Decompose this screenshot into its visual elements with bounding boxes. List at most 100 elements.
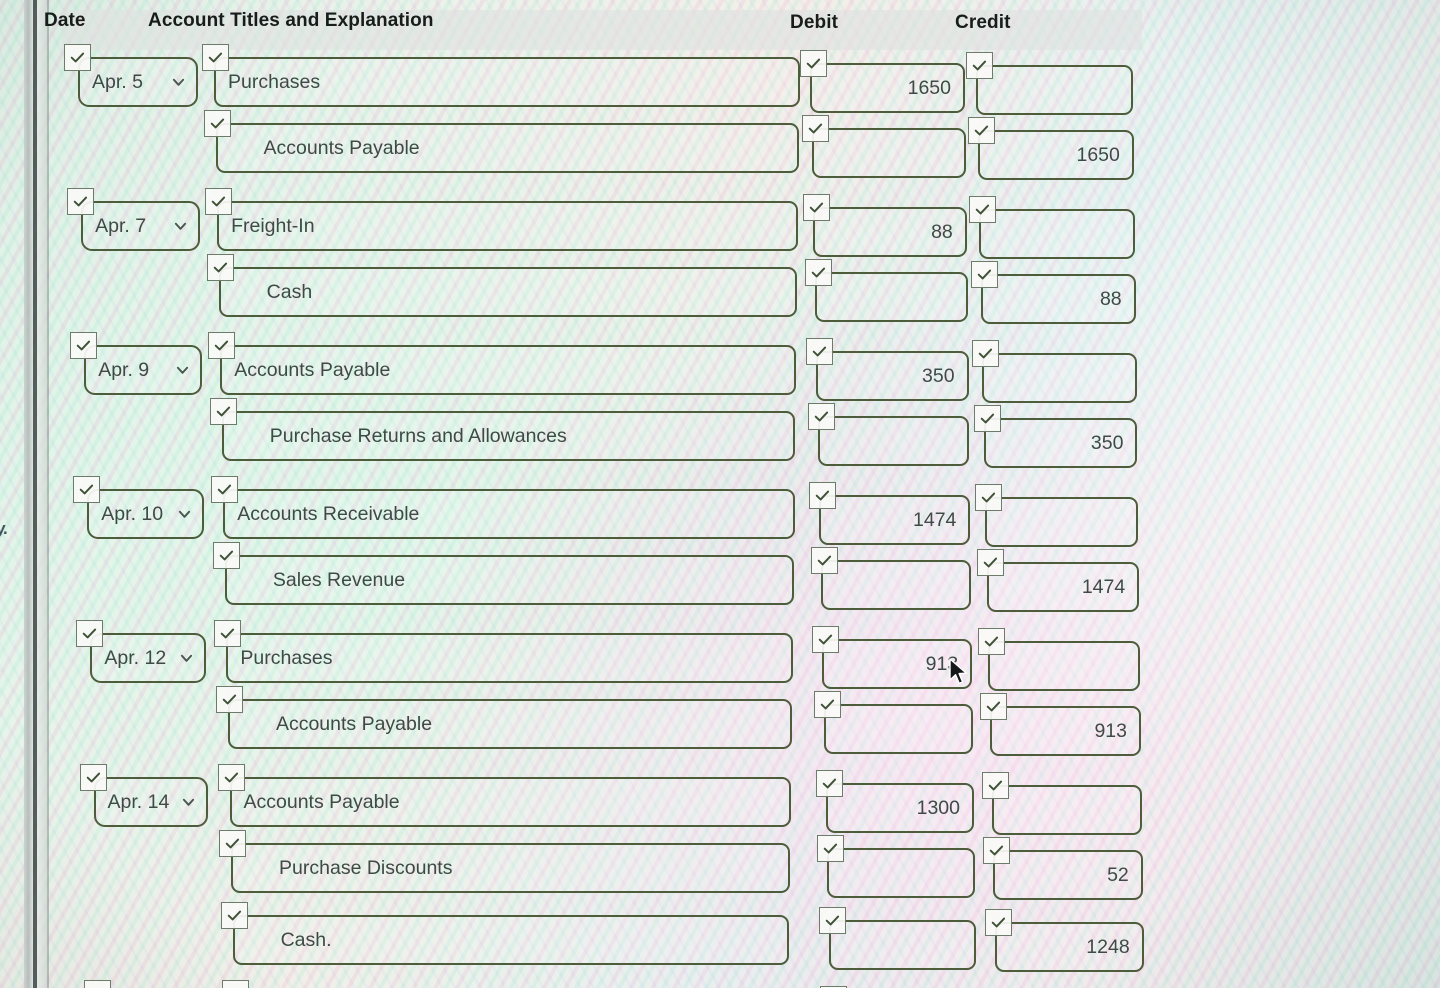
date-select[interactable]: Apr. 14 (93, 777, 209, 827)
account-title-input[interactable]: Purchases (226, 633, 793, 683)
account-title-input[interactable]: Sales Revenue (224, 555, 794, 605)
debit-amount-input[interactable] (820, 560, 972, 610)
date-select[interactable]: Apr. 10 (87, 489, 205, 539)
date-select[interactable]: Apr. 12 (90, 633, 207, 683)
row-checkbox-credit[interactable] (981, 772, 1009, 799)
row-checkbox-debit[interactable] (809, 482, 837, 509)
row-checkbox-debit[interactable] (804, 259, 832, 286)
row-checkbox-debit[interactable] (812, 626, 840, 653)
row-checkbox-account[interactable] (212, 542, 240, 569)
account-title-input[interactable]: Purchases (214, 57, 800, 107)
row-checkbox-credit[interactable] (976, 549, 1004, 576)
row-checkbox-debit[interactable] (800, 50, 827, 77)
row-checkbox-account[interactable] (222, 980, 250, 988)
debit-amount-input[interactable] (817, 416, 970, 466)
credit-amount-input[interactable]: 1650 (977, 130, 1134, 180)
row-checkbox-debit[interactable] (810, 547, 838, 574)
row-checkbox-credit[interactable] (967, 117, 995, 144)
debit-amount-input[interactable]: 350 (816, 351, 969, 401)
credit-amount-input[interactable] (991, 785, 1142, 835)
credit-amount-input[interactable]: 1248 (994, 922, 1144, 972)
row-checkbox-date[interactable] (79, 764, 107, 791)
row-checkbox-credit[interactable] (975, 484, 1003, 511)
row-checkbox-account[interactable] (215, 686, 243, 713)
date-select[interactable]: Apr. 7 (81, 201, 201, 251)
row-checkbox-account[interactable] (214, 620, 242, 647)
row-checkbox-credit[interactable] (969, 196, 997, 223)
row-checkbox-credit[interactable] (970, 261, 998, 288)
account-title-input[interactable]: Accounts Payable (220, 345, 797, 395)
row-checkbox-account[interactable] (203, 110, 231, 137)
account-title-input[interactable]: Cash (218, 267, 798, 317)
row-checkbox-credit[interactable] (979, 693, 1007, 720)
debit-amount-value: 1300 (916, 796, 960, 819)
credit-amount-input[interactable] (985, 497, 1139, 547)
credit-amount-input[interactable]: 913 (989, 706, 1141, 756)
credit-amount-value: 88 (1099, 287, 1122, 310)
row-checkbox-account[interactable] (208, 332, 236, 359)
account-title-input[interactable]: Purchase Discounts (231, 843, 790, 893)
row-checkbox-account[interactable] (219, 830, 247, 857)
date-select[interactable]: Apr. 5 (78, 57, 198, 107)
row-checkbox-debit[interactable] (807, 403, 835, 430)
debit-amount-input[interactable]: 1474 (819, 495, 971, 545)
row-checkbox-account[interactable] (205, 188, 233, 215)
row-checkbox-account[interactable] (206, 254, 234, 281)
row-checkbox-credit[interactable] (983, 837, 1011, 864)
row-checkbox-account[interactable] (209, 398, 237, 425)
table-row: Accounts Payable 913 (0, 686, 1440, 764)
credit-amount-input[interactable]: 52 (993, 850, 1143, 900)
debit-amount-input[interactable] (811, 128, 966, 178)
row-checkbox-debit[interactable] (813, 691, 841, 718)
row-checkbox-debit[interactable] (801, 115, 829, 142)
row-checkbox-debit[interactable] (818, 907, 846, 934)
account-title-input[interactable]: Accounts Payable (215, 123, 800, 173)
account-title-input[interactable]: Cash. (232, 915, 790, 965)
row-checkbox-debit[interactable] (817, 835, 845, 862)
row-checkbox-date[interactable] (73, 476, 101, 503)
row-checkbox-credit[interactable] (973, 405, 1001, 432)
row-checkbox-credit[interactable] (972, 340, 1000, 367)
credit-amount-input[interactable]: 1474 (986, 562, 1140, 612)
chevron-down-icon (182, 796, 195, 809)
debit-amount-input[interactable] (828, 920, 976, 970)
date-select-value: Apr. 9 (98, 358, 150, 381)
account-title-value: Accounts Payable (243, 790, 400, 813)
row-checkbox-account[interactable] (217, 764, 245, 791)
row-checkbox-account[interactable] (202, 44, 229, 71)
credit-amount-input[interactable]: 88 (980, 274, 1136, 324)
row-checkbox-date[interactable] (84, 980, 112, 988)
chevron-down-icon (180, 652, 193, 665)
debit-amount-input[interactable] (827, 848, 975, 898)
row-checkbox-date[interactable] (70, 332, 98, 359)
date-select[interactable]: Apr. 9 (84, 345, 203, 395)
row-checkbox-debit[interactable] (806, 338, 834, 365)
account-title-input[interactable]: Purchase Returns and Allowances (221, 411, 796, 461)
row-checkbox-debit[interactable] (815, 770, 843, 797)
credit-amount-input[interactable] (976, 65, 1133, 115)
row-checkbox-account[interactable] (220, 902, 248, 929)
debit-amount-input[interactable]: 88 (813, 207, 967, 257)
account-title-input[interactable]: Accounts Payable (229, 777, 791, 827)
credit-amount-input[interactable] (988, 641, 1141, 691)
account-title-input[interactable]: Freight-In (217, 201, 799, 251)
row-checkbox-credit[interactable] (978, 628, 1006, 655)
debit-amount-input[interactable]: 1650 (810, 63, 965, 113)
account-title-input[interactable]: Accounts Payable (227, 699, 792, 749)
debit-amount-input[interactable]: 1300 (825, 783, 974, 833)
row-checkbox-credit[interactable] (984, 909, 1012, 936)
credit-amount-input[interactable] (979, 209, 1135, 259)
row-checkbox-date[interactable] (67, 188, 95, 215)
date-select-value: Apr. 14 (107, 790, 170, 813)
debit-amount-input[interactable] (823, 704, 974, 754)
credit-amount-input[interactable] (982, 353, 1137, 403)
row-checkbox-debit[interactable] (803, 194, 831, 221)
account-title-input[interactable]: Accounts Receivable (223, 489, 795, 539)
debit-amount-input[interactable] (814, 272, 968, 322)
row-checkbox-date[interactable] (64, 44, 91, 71)
journal-entry-table: Date Account Titles and Explanation Debi… (0, 0, 1440, 988)
credit-amount-input[interactable]: 350 (983, 418, 1138, 468)
row-checkbox-date[interactable] (76, 620, 104, 647)
row-checkbox-account[interactable] (211, 476, 239, 503)
row-checkbox-credit[interactable] (966, 52, 993, 79)
